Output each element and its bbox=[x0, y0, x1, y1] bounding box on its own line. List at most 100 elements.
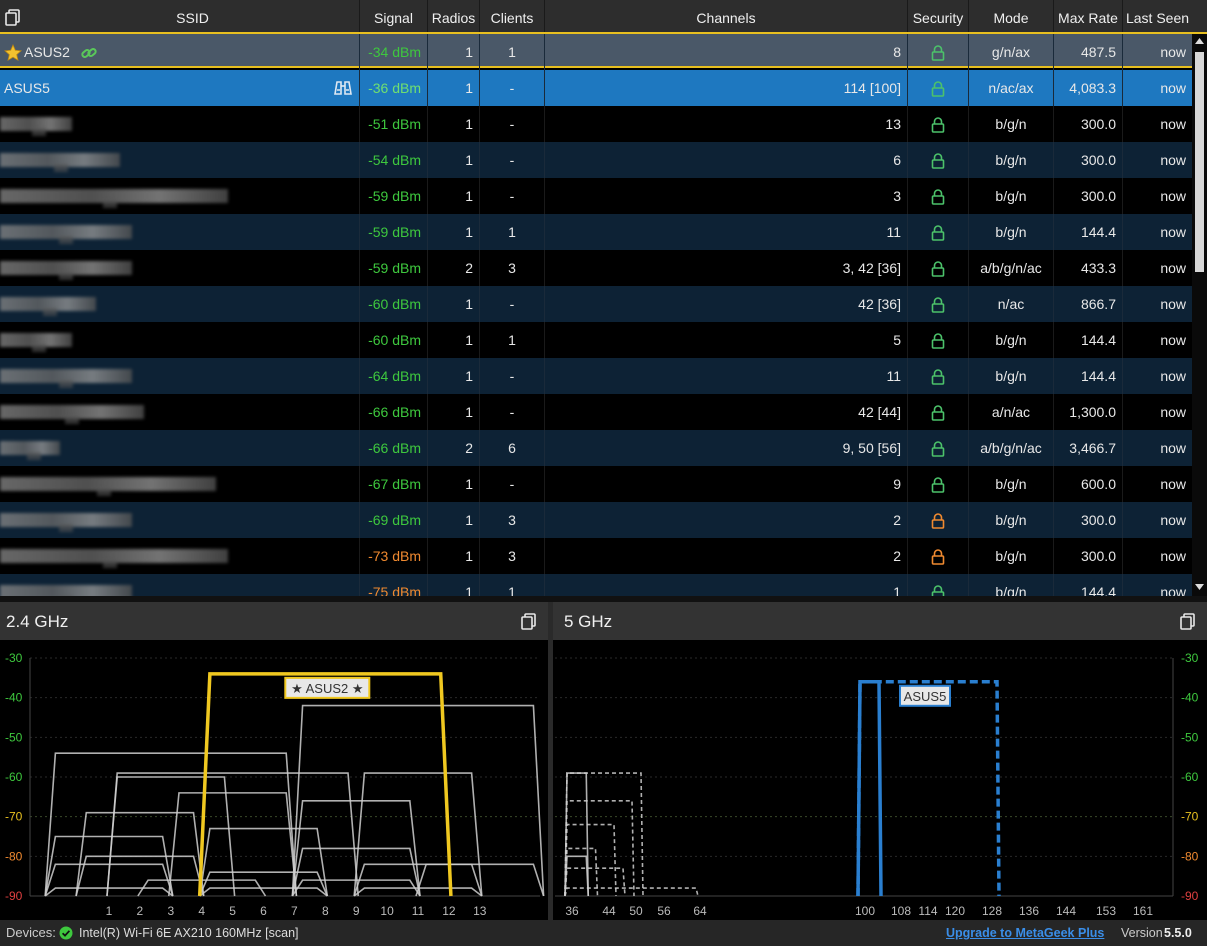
table-row[interactable]: -73 dBm 1 3 2 b/g/n 300.0 now bbox=[0, 538, 1192, 574]
cell-signal: -54 dBm bbox=[360, 142, 428, 178]
x-tick-label: 64 bbox=[693, 904, 707, 918]
y-tick-label: -90 bbox=[1181, 889, 1199, 903]
header-max-rate[interactable]: Max Rate bbox=[1054, 0, 1123, 32]
table-row[interactable]: -59 dBm 1 1 11 b/g/n 144.4 now bbox=[0, 214, 1192, 250]
scroll-down-icon[interactable] bbox=[1194, 582, 1205, 592]
lock-icon bbox=[931, 297, 945, 314]
y-tick-label: -50 bbox=[5, 730, 23, 744]
header-clients[interactable]: Clients bbox=[480, 0, 545, 32]
cell-signal: -60 dBm bbox=[360, 322, 428, 358]
cell-last-seen: now bbox=[1160, 296, 1186, 312]
table-row[interactable]: -59 dBm 1-3 b/g/n 300.0 now bbox=[0, 178, 1192, 214]
x-tick-label: 114 bbox=[918, 904, 937, 918]
cell-last-seen: now bbox=[1160, 116, 1186, 132]
cell-security bbox=[908, 142, 969, 178]
lock-icon bbox=[931, 189, 945, 206]
cell-mode: b/g/n bbox=[969, 178, 1054, 214]
cell-mode: g/n/ax bbox=[969, 34, 1054, 70]
network-curve bbox=[564, 823, 617, 897]
header-ssid[interactable]: SSID bbox=[26, 0, 360, 32]
cell-last-seen: now bbox=[1160, 188, 1186, 204]
cell-clients: 3 bbox=[480, 250, 545, 286]
scroll-up-icon[interactable] bbox=[1194, 36, 1205, 46]
cell-security bbox=[908, 358, 969, 394]
device-name[interactable]: Intel(R) Wi-Fi 6E AX210 160MHz [scan] bbox=[79, 920, 299, 946]
header-signal[interactable]: Signal bbox=[360, 0, 428, 32]
cell-clients: 1 bbox=[480, 34, 545, 70]
cell-signal: -60 dBm bbox=[360, 286, 428, 322]
network-curve bbox=[75, 855, 205, 897]
table-row[interactable]: -60 dBm 1-42 [36] n/ac 866.7 now bbox=[0, 286, 1192, 322]
cell-mode: n/ac/ax bbox=[969, 70, 1054, 106]
version-label: Version bbox=[1121, 926, 1163, 940]
table-row[interactable]: ASUS5 -36 dBm 1-114 [100] n/ac/ax 4,083.3 now bbox=[0, 70, 1192, 106]
cell-max-rate: 1,300.0 bbox=[1054, 394, 1123, 430]
network-table: SSID Signal Radios Clients Channels Secu… bbox=[0, 0, 1207, 596]
copy-icon[interactable] bbox=[1179, 612, 1197, 630]
table-row[interactable]: -69 dBm 1 3 2 b/g/n 300.0 now bbox=[0, 502, 1192, 538]
highlight-label: ★ ASUS2 ★ bbox=[291, 681, 363, 696]
cell-radios: 1 bbox=[428, 214, 480, 250]
table-row[interactable]: -66 dBm 2 6 9, 50 [56] a/b/g/n/ac 3,466.7 now bbox=[0, 430, 1192, 466]
cell-last-seen: now bbox=[1160, 404, 1186, 420]
cell-mode: n/ac bbox=[969, 286, 1054, 322]
chart-5ghz: -30 -40 -50 -60 -70 -80 -90 36 44 50 56 64 100 108 114… bbox=[555, 651, 1199, 918]
network-curve bbox=[198, 827, 329, 897]
cell-last-seen: now bbox=[1160, 440, 1186, 456]
redacted-ssid-mark bbox=[43, 308, 57, 316]
table-row[interactable]: -54 dBm 1-6 b/g/n 300.0 now bbox=[0, 142, 1192, 178]
chart-2-4ghz: -30-40-50-60-70-80-901 2 3 4 5 6 7 8 9 10 11 12 13★ … bbox=[5, 651, 545, 918]
cell-max-rate: 144.4 bbox=[1054, 574, 1123, 596]
lock-icon bbox=[931, 369, 945, 386]
header-mode[interactable]: Mode bbox=[969, 0, 1054, 32]
network-curve bbox=[564, 887, 699, 897]
lock-icon bbox=[931, 441, 945, 458]
table-row[interactable]: -64 dBm 1-11 b/g/n 144.4 now bbox=[0, 358, 1192, 394]
y-tick-label: -50 bbox=[1181, 730, 1199, 744]
cell-clients: 3 bbox=[480, 502, 545, 538]
y-tick-label: -90 bbox=[5, 889, 23, 903]
copy-icon[interactable] bbox=[520, 612, 538, 630]
table-row[interactable]: -75 dBm 1 1 1 b/g/n 144.4 now bbox=[0, 574, 1192, 596]
devices-label: Devices: bbox=[6, 925, 56, 940]
table-row[interactable]: ASUS2 -34 dBm 1 1 8 g/n/ax 487.5 now bbox=[0, 34, 1192, 70]
cell-signal: -67 dBm bbox=[360, 466, 428, 502]
cell-max-rate: 300.0 bbox=[1054, 178, 1123, 214]
x-tick-label: 3 bbox=[167, 904, 174, 918]
scroll-thumb[interactable] bbox=[1195, 52, 1204, 272]
header-security[interactable]: Security bbox=[908, 0, 969, 32]
x-tick-label: 50 bbox=[629, 904, 643, 918]
header-last-seen[interactable]: Last Seen bbox=[1123, 0, 1192, 32]
header-radios[interactable]: Radios bbox=[428, 0, 480, 32]
table-header: SSID Signal Radios Clients Channels Secu… bbox=[0, 0, 1207, 34]
cell-security bbox=[908, 394, 969, 430]
lock-icon bbox=[931, 261, 945, 278]
cell-signal: -59 dBm bbox=[360, 178, 428, 214]
cell-max-rate: 3,466.7 bbox=[1054, 430, 1123, 466]
table-row[interactable]: -66 dBm 1-42 [44] a/n/ac 1,300.0 now bbox=[0, 394, 1192, 430]
cell-signal: -59 dBm bbox=[360, 214, 428, 250]
table-row[interactable]: -60 dBm 1 1 5 b/g/n 144.4 now bbox=[0, 322, 1192, 358]
table-scrollbar[interactable] bbox=[1192, 34, 1207, 596]
table-row[interactable]: -67 dBm 1-9 b/g/n 600.0 now bbox=[0, 466, 1192, 502]
cell-channels: 114 [100] bbox=[545, 70, 908, 106]
status-bar: Devices: Intel(R) Wi-Fi 6E AX210 160MHz … bbox=[0, 920, 1207, 946]
redacted-ssid-mark bbox=[32, 344, 46, 352]
cell-mode: b/g/n bbox=[969, 106, 1054, 142]
star-icon[interactable] bbox=[4, 44, 22, 62]
table-row[interactable]: -51 dBm 1-13 b/g/n 300.0 now bbox=[0, 106, 1192, 142]
x-tick-label: 1 bbox=[106, 904, 113, 918]
x-tick-label: 7 bbox=[291, 904, 298, 918]
x-tick-label: 100 bbox=[855, 904, 875, 918]
table-row[interactable]: -59 dBm 2 3 3, 42 [36] a/b/g/n/ac 433.3 now bbox=[0, 250, 1192, 286]
cell-radios: 1 bbox=[428, 286, 480, 322]
x-tick-label: 44 bbox=[602, 904, 616, 918]
cell-mode: b/g/n bbox=[969, 574, 1054, 596]
upgrade-link[interactable]: Upgrade to MetaGeek Plus bbox=[946, 920, 1104, 946]
cell-clients: 6 bbox=[480, 430, 545, 466]
copy-icon[interactable] bbox=[4, 8, 22, 26]
binoculars-icon[interactable] bbox=[332, 79, 354, 97]
cell-clients: - bbox=[480, 394, 545, 430]
y-tick-label: -60 bbox=[5, 770, 23, 784]
header-channels[interactable]: Channels bbox=[545, 0, 908, 32]
